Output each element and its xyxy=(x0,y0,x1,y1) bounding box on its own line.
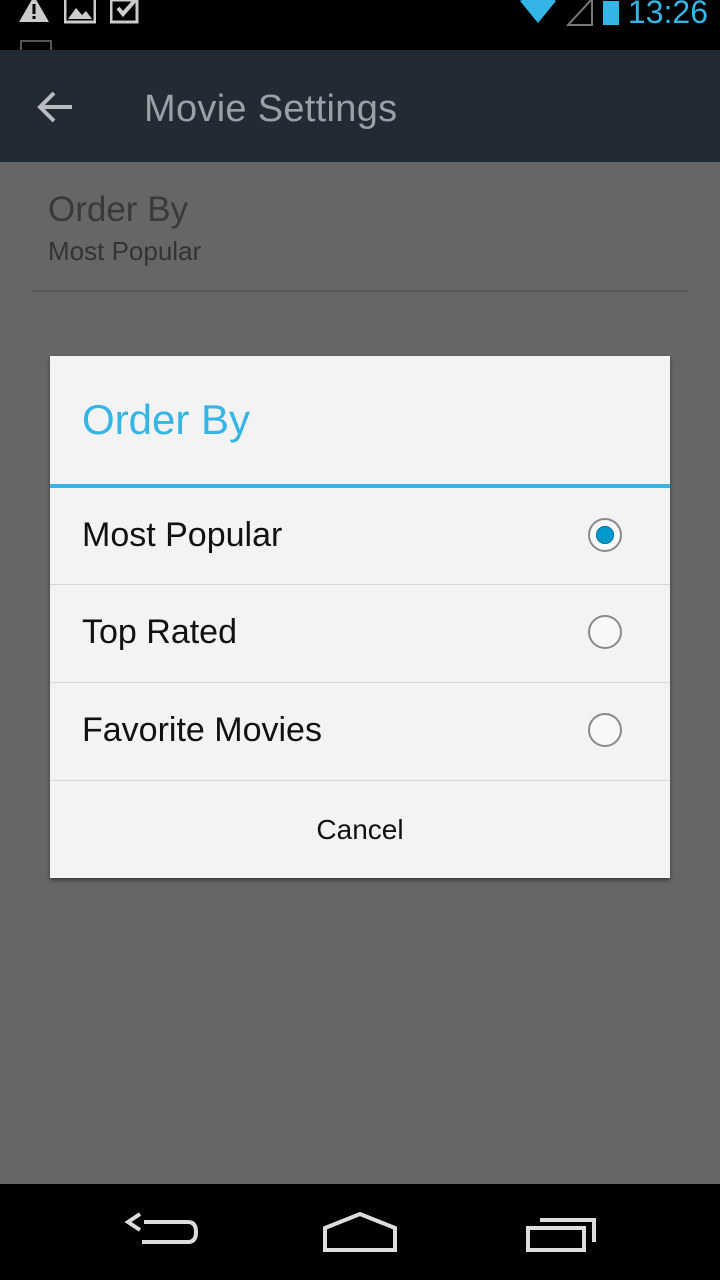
radio-checked-icon[interactable] xyxy=(588,518,622,552)
up-button[interactable] xyxy=(26,80,86,134)
option-label: Favorite Movies xyxy=(82,711,322,749)
page-title: Movie Settings xyxy=(144,88,398,130)
option-divider xyxy=(50,780,670,781)
order-by-preference[interactable]: Order By Most Popular xyxy=(0,162,720,292)
list-divider xyxy=(32,290,688,292)
option-label: Top Rated xyxy=(82,613,237,651)
battery-icon xyxy=(602,1,619,25)
status-bar: 13:26 xyxy=(0,0,720,50)
action-bar: Movie Settings xyxy=(0,50,720,162)
notification-icons xyxy=(18,0,142,24)
clipboard-check-icon xyxy=(110,0,139,24)
radio-unchecked-icon[interactable] xyxy=(588,713,622,747)
cancel-button[interactable]: Cancel xyxy=(50,782,670,878)
preference-summary: Most Popular xyxy=(48,236,202,266)
radio-dot xyxy=(596,526,614,544)
radio-unchecked-icon[interactable] xyxy=(588,615,622,649)
nav-home-button[interactable] xyxy=(315,1204,405,1260)
navigation-bar xyxy=(0,1184,720,1280)
back-icon xyxy=(124,1212,199,1244)
order-by-dialog: Order By Most Popular Top Rated Favorite… xyxy=(50,356,670,878)
nav-recents-button[interactable] xyxy=(516,1204,606,1260)
cancel-label: Cancel xyxy=(316,814,404,845)
warning-icon xyxy=(19,0,49,22)
nav-back-button[interactable] xyxy=(114,1204,204,1260)
option-most-popular[interactable]: Most Popular xyxy=(50,488,670,584)
clock: 13:26 xyxy=(627,0,708,30)
home-icon xyxy=(323,1211,397,1252)
signal-icon xyxy=(565,0,593,26)
wifi-icon xyxy=(519,0,556,23)
option-label: Most Popular xyxy=(82,516,283,554)
option-favorite-movies[interactable]: Favorite Movies xyxy=(50,683,670,779)
recents-icon xyxy=(526,1218,596,1252)
arrow-back-icon xyxy=(37,91,72,123)
option-top-rated[interactable]: Top Rated xyxy=(50,585,670,681)
preference-title: Order By xyxy=(48,190,189,229)
dialog-title: Order By xyxy=(82,396,251,443)
notification-shade-edge xyxy=(20,40,52,50)
system-status: 13:26 xyxy=(518,0,708,28)
image-icon xyxy=(64,0,96,24)
